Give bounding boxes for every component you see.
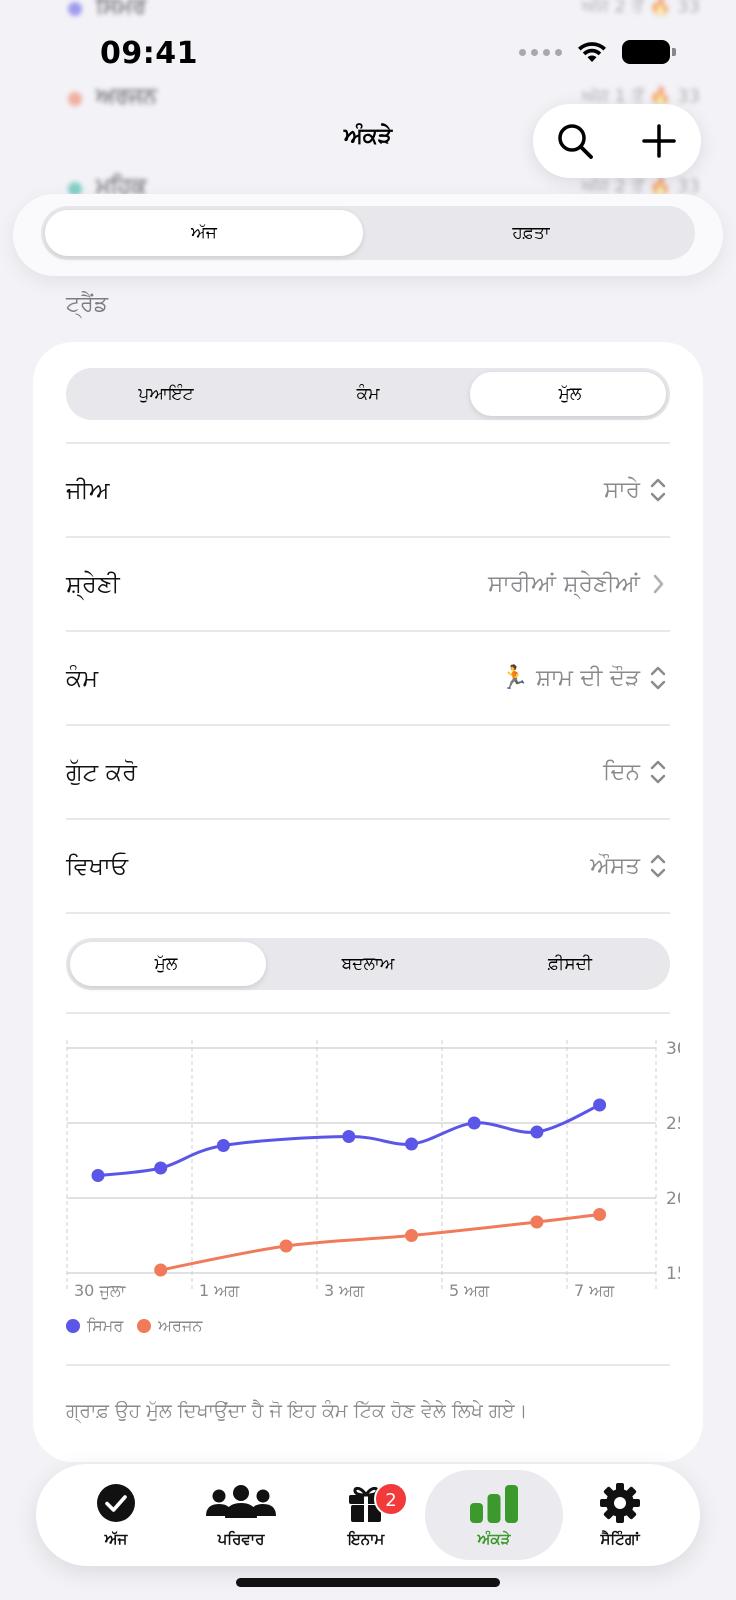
status-bar: 09:41 (0, 0, 736, 100)
chart-legend: ਸਿਮਰ ਅਰਜਨ (66, 1316, 202, 1336)
x-tick-label: 30 ਜੁਲਾ (74, 1281, 126, 1300)
chevron-right-icon (653, 574, 664, 594)
x-tick-label: 7 ਅਗ (574, 1281, 615, 1300)
data-point (593, 1098, 607, 1112)
data-point (91, 1169, 105, 1182)
tab-tasks[interactable]: ਕੰਮ (266, 368, 470, 420)
tab-bar: ਅੱਜ ਪਰਿਵਾਰ 2 ਇਨਾਮ ਅੰਕੜੇ ਸੈਟਿੰਗਾਂ (36, 1464, 700, 1566)
y-tick-label: 25 (666, 1114, 680, 1134)
filter-value: ਸਾਰੀਆਂ ਸ਼੍ਰੇਣੀਆਂ (487, 571, 640, 597)
x-tick-label: 3 ਅਗ (324, 1281, 365, 1300)
y-tick-label: 15 (666, 1264, 680, 1284)
filter-label: ਸ਼੍ਰੇਣੀ (66, 570, 120, 598)
rewards-badge: 2 (374, 1482, 408, 1516)
filter-value: ਔਸਤ (590, 853, 640, 879)
plus-icon (642, 124, 676, 158)
data-point (530, 1125, 544, 1139)
tab-bar-label: ਅੱਜ (104, 1530, 128, 1548)
filter-row-show[interactable]: ਵਿਖਾਓ ਔਸਤ (66, 820, 670, 912)
section-title: ਟ੍ਰੈਂਡ (66, 292, 109, 317)
tab-bar-label: ਸੈਟਿੰਗਾਂ (600, 1530, 640, 1548)
battery-icon (622, 40, 676, 64)
divider (66, 1012, 670, 1014)
tab-bar-family[interactable]: ਪਰਿਵਾਰ (175, 1470, 307, 1560)
period-selector-bar: ਅੱਜ ਹਫ਼ਤਾ (13, 194, 723, 276)
search-button[interactable] (545, 111, 605, 171)
data-point (154, 1263, 168, 1277)
tab-today[interactable]: ਅੱਜ (45, 206, 363, 260)
tab-bar-today[interactable]: ਅੱਜ (50, 1470, 182, 1560)
divider (66, 912, 670, 914)
chart-footnote: ਗ੍ਰਾਫ਼ ਉਹ ਮੁੱਲ ਦਿਖਾਉਂਦਾ ਹੈ ਜੋ ਇਹ ਕੰਮ ਟਿੱ… (66, 1400, 528, 1422)
data-point (530, 1215, 544, 1229)
data-point (593, 1208, 607, 1221)
tab-bar-label: ਅੰਕੜੇ (477, 1530, 511, 1548)
y-tick-label: 30 (666, 1039, 680, 1059)
filter-row-task[interactable]: ਕੰਮ 🏃 ਸ਼ਾਮ ਦੀ ਦੌੜ (66, 632, 670, 724)
filter-row-group-by[interactable]: ਗੁੱਟ ਕਰੋ ਦਿਨ (66, 726, 670, 818)
legend-item: ਸਿਮਰ (66, 1316, 123, 1336)
data-point (154, 1161, 168, 1175)
legend-label: ਅਰਜਨ (158, 1316, 203, 1335)
tab-value[interactable]: ਮੁੱਲ (470, 368, 670, 420)
tab-bar-settings[interactable]: ਸੈਟਿੰਗਾਂ (554, 1470, 686, 1560)
legend-dot (137, 1319, 152, 1333)
filter-row-member[interactable]: ਜੀਅ ਸਾਰੇ (66, 444, 670, 536)
data-point (405, 1229, 418, 1242)
filter-label: ਕੰਮ (66, 664, 99, 692)
chevron-up-down-icon (650, 666, 666, 690)
status-icons (519, 40, 676, 64)
trend-chart: 15 20 25 30 30 ਜੁਲਾ 1 ਅਗ 3 ਅਗ 5 ਅਗ 7 ਅਗ (66, 1039, 680, 1300)
data-point (342, 1130, 356, 1143)
divider (66, 1364, 670, 1366)
data-point (467, 1116, 481, 1130)
filter-label: ਜੀਅ (66, 476, 110, 504)
chevron-up-down-icon (650, 478, 666, 502)
filter-label: ਵਿਖਾਓ (66, 852, 129, 880)
wifi-icon (578, 42, 606, 62)
mode-segmented-control: ਮੁੱਲ ਬਦਲਾਅ ਫ਼ੀਸਦੀ (66, 938, 670, 990)
filter-row-category[interactable]: ਸ਼੍ਰੇਣੀ ਸਾਰੀਆਂ ਸ਼੍ਰੇਣੀਆਂ (66, 538, 670, 630)
x-tick-label: 5 ਅਗ (449, 1281, 490, 1300)
data-point (216, 1139, 230, 1152)
tab-week[interactable]: ਹਫ਼ਤਾ (371, 206, 691, 260)
tab-mode-percent[interactable]: ਫ਼ੀਸਦੀ (470, 938, 670, 990)
y-tick-label: 20 (666, 1189, 680, 1209)
search-icon (558, 124, 593, 159)
checkmark-circle-icon (97, 1484, 135, 1522)
tab-bar-label: ਇਨਾਮ (347, 1530, 385, 1548)
tab-points[interactable]: ਪੁਆਇੰਟ (66, 368, 266, 420)
data-point (279, 1239, 293, 1253)
people-icon (206, 1485, 276, 1518)
signal-icon (519, 48, 562, 56)
gear-icon (600, 1483, 640, 1523)
legend-item: ਅਰਜਨ (137, 1316, 202, 1336)
metric-segmented-control: ਪੁਆਇੰਟ ਕੰਮ ਮੁੱਲ (66, 368, 670, 420)
tab-bar-label: ਪਰਿਵਾਰ (217, 1530, 265, 1548)
tab-bar-rewards[interactable]: 2 ਇਨਾਮ (300, 1470, 432, 1560)
period-segmented-control: ਅੱਜ ਹਫ਼ਤਾ (41, 206, 695, 260)
tab-mode-change[interactable]: ਬਦਲਾਅ (266, 938, 470, 990)
x-tick-label: 1 ਅਗ (199, 1281, 240, 1300)
home-indicator (236, 1578, 500, 1587)
filter-value: 🏃 ਸ਼ਾਮ ਦੀ ਦੌੜ (500, 665, 640, 691)
legend-label: ਸਿਮਰ (87, 1316, 124, 1335)
nav-actions (533, 104, 701, 178)
filter-label: ਗੁੱਟ ਕਰੋ (66, 758, 137, 786)
filter-value: ਦਿਨ (602, 759, 640, 785)
add-button[interactable] (629, 111, 689, 171)
legend-dot (66, 1319, 80, 1333)
tab-mode-value[interactable]: ਮੁੱਲ (66, 938, 266, 990)
status-time: 09:41 (100, 36, 198, 71)
chevron-up-down-icon (650, 854, 666, 878)
bar-chart-icon (470, 1485, 518, 1523)
data-point (405, 1137, 418, 1151)
tab-bar-stats[interactable]: ਅੰਕੜੇ (425, 1470, 563, 1560)
chevron-up-down-icon (650, 760, 666, 784)
filter-value: ਸਾਰੇ (603, 477, 640, 503)
